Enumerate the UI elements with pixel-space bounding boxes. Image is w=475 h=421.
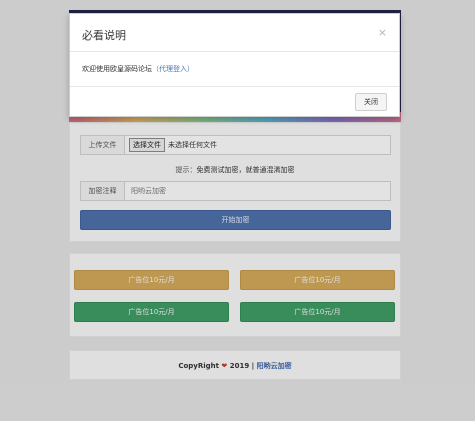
modal-body-text: 欢迎使用欧皇源码论坛: [82, 65, 152, 73]
modal-header: 必看说明 ×: [70, 14, 399, 52]
modal-body: 欢迎使用欧皇源码论坛（代理登入）: [82, 64, 194, 74]
modal-footer: 关闭: [70, 86, 399, 118]
notice-modal: 必看说明 × 欢迎使用欧皇源码论坛（代理登入） 关闭: [69, 13, 400, 117]
close-icon[interactable]: ×: [378, 26, 387, 39]
close-button[interactable]: 关闭: [355, 93, 387, 111]
modal-link-open-paren: （: [152, 65, 159, 73]
proxy-login-link[interactable]: 代理登入: [159, 65, 187, 73]
modal-title: 必看说明: [82, 29, 126, 42]
modal-link-close-paren: ）: [187, 65, 194, 73]
